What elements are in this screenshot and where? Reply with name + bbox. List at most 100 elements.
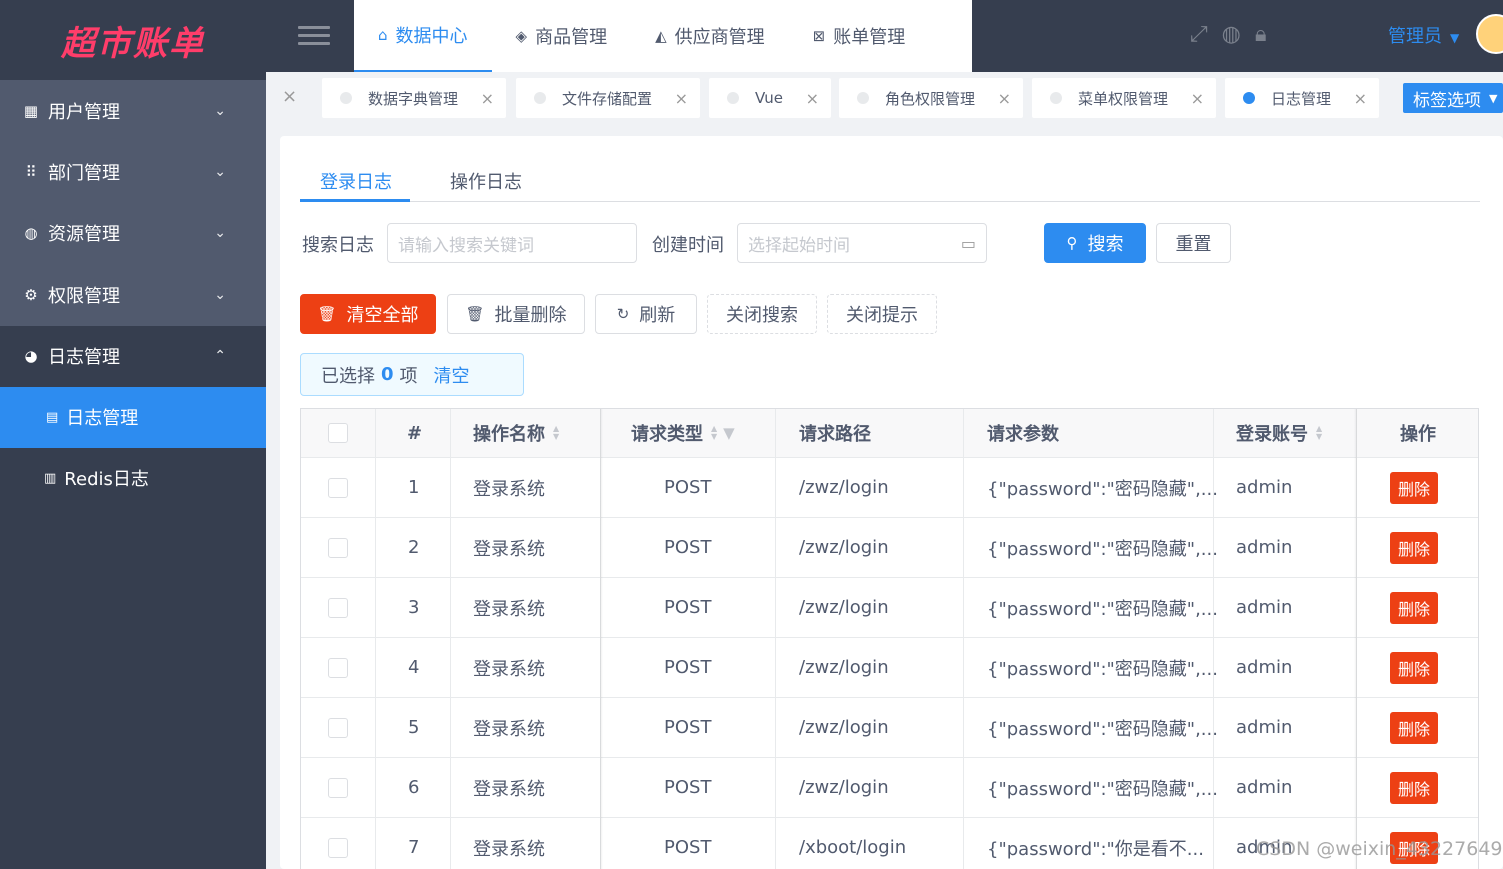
sort-icon[interactable]: ▲ ▼: [711, 425, 717, 441]
batch-delete-button[interactable]: 🗑︎ 批量删除: [447, 294, 585, 334]
sidebar-item-permissions[interactable]: ⚙ 权限管理 ⌄: [0, 264, 266, 325]
close-icon[interactable]: ×: [675, 89, 688, 108]
delete-button[interactable]: 删除: [1390, 531, 1439, 564]
row-request-params: {"password":"密码隐藏",...: [987, 778, 1218, 800]
nav-label: 数据中心: [395, 26, 468, 47]
top-header: ⌂ 数据中心 ◈ 商品管理 ◭ 供应商管理 ⊠ 账单管理 ⤢ ◍ 🔒︎ 管理员 ▼: [266, 0, 1503, 72]
select-all-checkbox[interactable]: [328, 409, 348, 457]
clear-all-label: 清空全部: [346, 305, 419, 326]
close-tip-button[interactable]: 关闭提示: [827, 294, 937, 334]
table-row: 4 登录系统 POST/zwz/login {"password":"密码隐藏",..…: [301, 638, 1478, 698]
tag-dict[interactable]: 数据字典管理 ×: [322, 78, 506, 118]
row-op-name: 登录系统: [473, 598, 545, 620]
sidebar-subitem-label: Redis日志: [64, 469, 149, 491]
menu-toggle-icon[interactable]: [298, 26, 330, 46]
close-icon[interactable]: ×: [1191, 89, 1204, 108]
delete-button[interactable]: 删除: [1390, 711, 1439, 744]
sidebar-item-users[interactable]: ▦ 用户管理 ⌄: [0, 80, 266, 141]
refresh-button[interactable]: ↻ 刷新: [595, 294, 697, 334]
row-request-type: POST: [664, 657, 712, 678]
row-index: 2: [408, 537, 420, 558]
row-index: 1: [408, 477, 420, 498]
filter-icon[interactable]: ▼: [723, 424, 735, 442]
tag-role-permission[interactable]: 角色权限管理 ×: [839, 78, 1023, 118]
tag-menu-permission[interactable]: 菜单权限管理 ×: [1032, 78, 1216, 118]
delete-button[interactable]: 删除: [1390, 651, 1439, 684]
row-checkbox[interactable]: [328, 698, 348, 757]
col-account-label: 登录账号: [1236, 424, 1308, 445]
tab-login-log[interactable]: 登录日志: [320, 168, 392, 194]
clear-all-button[interactable]: 🗑︎ 清空全部: [300, 294, 436, 334]
close-icon[interactable]: ×: [806, 89, 819, 108]
clear-selection-link[interactable]: 清空: [434, 362, 470, 388]
row-actions: 删除: [1390, 698, 1439, 757]
col-account[interactable]: 登录账号 ▲ ▼: [1236, 409, 1322, 457]
row-request-path: /zwz/login: [799, 717, 889, 738]
tag-options-button[interactable]: 标签选项 ▼: [1403, 83, 1503, 113]
language-globe-icon[interactable]: ◍: [1222, 22, 1241, 47]
nav-suppliers[interactable]: ◭ 供应商管理: [631, 0, 789, 72]
tag-file-storage[interactable]: 文件存储配置 ×: [516, 78, 700, 118]
row-op-name: 登录系统: [473, 658, 545, 680]
close-icon[interactable]: ×: [282, 86, 297, 107]
nav-data-center[interactable]: ⌂ 数据中心: [354, 0, 492, 72]
sidebar-item-logs[interactable]: ◕ 日志管理 ⌃: [0, 325, 266, 387]
sidebar-item-resources[interactable]: ◍ 资源管理 ⌄: [0, 203, 266, 264]
tag-label: 数据字典管理: [368, 89, 459, 108]
tags-bar: × 数据字典管理 × 文件存储配置 × Vue × 角色权限管理 × 菜单权限管…: [266, 72, 1503, 124]
tag-vue[interactable]: Vue ×: [709, 78, 831, 118]
search-button[interactable]: ⚲ 搜索: [1044, 223, 1146, 263]
nav-bills[interactable]: ⊠ 账单管理: [789, 0, 930, 72]
user-name: 管理员: [1388, 26, 1442, 47]
row-index: 4: [408, 657, 420, 678]
sidebar-subitem-log-management[interactable]: ▤ 日志管理: [0, 386, 266, 448]
col-type[interactable]: 请求类型 ▲ ▼ ▼: [631, 409, 735, 457]
col-type-label: 请求类型: [631, 424, 703, 445]
nav-products[interactable]: ◈ 商品管理: [492, 0, 632, 72]
row-op-name: 登录系统: [473, 478, 545, 500]
search-input[interactable]: 请输入搜索关键词: [387, 223, 637, 263]
row-account: admin: [1236, 717, 1293, 738]
avatar[interactable]: [1476, 14, 1503, 54]
delete-button[interactable]: 删除: [1390, 771, 1439, 804]
row-op-name: 登录系统: [473, 718, 545, 740]
batch-delete-label: 批量删除: [494, 305, 567, 326]
sort-icon[interactable]: ▲ ▼: [553, 425, 559, 441]
watermark: CSDN @weixin_43227649: [1256, 838, 1503, 860]
close-icon[interactable]: ×: [481, 89, 494, 108]
reset-button[interactable]: 重置: [1156, 223, 1231, 263]
row-request-params: {"password":"密码隐藏",...: [987, 718, 1218, 740]
close-icon[interactable]: ×: [1354, 89, 1367, 108]
row-account: admin: [1236, 777, 1293, 798]
row-checkbox[interactable]: [328, 458, 348, 517]
tag-log-management[interactable]: 日志管理 ×: [1225, 78, 1379, 118]
fullscreen-icon[interactable]: ⤢: [1190, 22, 1208, 47]
user-menu[interactable]: 管理员 ▼: [1388, 22, 1459, 48]
row-checkbox[interactable]: [328, 638, 348, 697]
row-checkbox[interactable]: [328, 758, 348, 817]
sidebar-subitem-redis-log[interactable]: ▥ Redis日志: [0, 448, 266, 509]
sidebar-item-departments[interactable]: ⠿ 部门管理 ⌄: [0, 141, 266, 202]
delete-button[interactable]: 删除: [1390, 471, 1439, 504]
row-checkbox[interactable]: [328, 518, 348, 577]
row-request-params: {"password":"密码隐藏",...: [987, 478, 1218, 500]
row-index: 6: [408, 777, 420, 798]
col-index: #: [407, 422, 423, 444]
sort-icon[interactable]: ▲ ▼: [1316, 425, 1322, 441]
row-checkbox[interactable]: [328, 818, 348, 869]
app-logo[interactable]: 超市账单: [0, 0, 266, 80]
start-time-picker[interactable]: 选择起始时间 ▭: [737, 223, 987, 263]
sidebar-menu: ▦ 用户管理 ⌄ ⠿ 部门管理 ⌄ ◍ 资源管理 ⌄ ⚙ 权限管理 ⌄ ◕ 日志…: [0, 80, 266, 387]
close-search-button[interactable]: 关闭搜索: [707, 294, 817, 334]
sidebar-item-label: 部门管理: [48, 163, 120, 185]
chevron-down-icon: ⌄: [214, 286, 226, 303]
delete-button[interactable]: 删除: [1390, 591, 1439, 624]
chevron-down-icon: ⌄: [214, 225, 226, 242]
gear-icon: ⚙: [24, 285, 38, 304]
lock-icon[interactable]: 🔒︎: [1255, 22, 1267, 47]
tab-operation-log[interactable]: 操作日志: [450, 168, 522, 194]
close-icon[interactable]: ×: [998, 89, 1011, 108]
col-name[interactable]: 操作名称 ▲ ▼: [473, 409, 559, 457]
row-checkbox[interactable]: [328, 578, 348, 637]
ticket-icon: ⊠: [812, 27, 826, 45]
